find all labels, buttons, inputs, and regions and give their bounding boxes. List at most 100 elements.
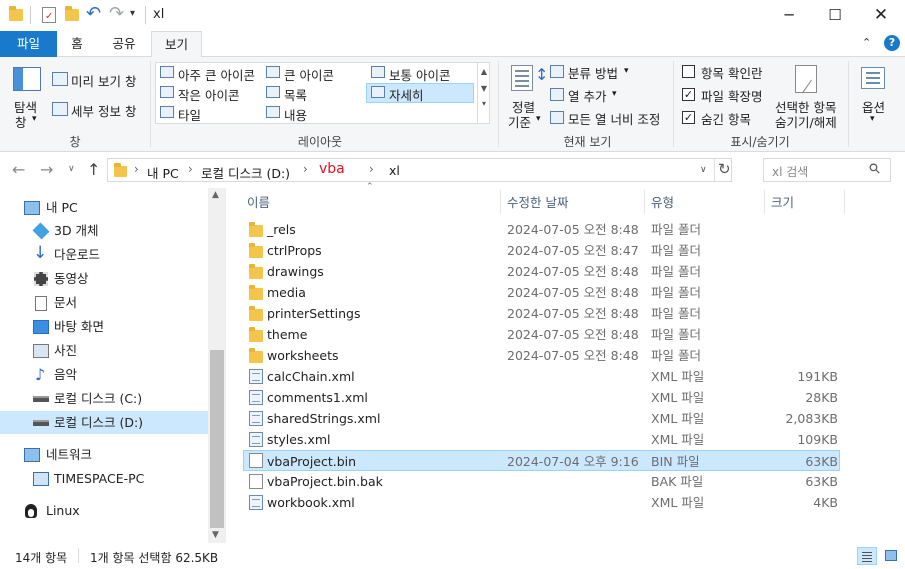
- details-view-icon[interactable]: [857, 547, 877, 565]
- recent-locations-icon[interactable]: ∨: [68, 164, 75, 174]
- chevron-right-icon[interactable]: ›: [303, 162, 308, 176]
- minimize-button[interactable]: ─: [766, 0, 812, 31]
- forward-icon[interactable]: →: [40, 160, 53, 179]
- address-dropdown-icon[interactable]: ∨: [700, 165, 707, 175]
- layout-list[interactable]: 목록: [284, 85, 307, 104]
- search-box[interactable]: xl 검색 ⚲: [763, 158, 891, 182]
- file-extensions-label[interactable]: 파일 확장명: [701, 86, 762, 105]
- file-row[interactable]: styles.xml XML 파일 109KB: [243, 429, 840, 450]
- tab-view[interactable]: 보기: [151, 31, 202, 58]
- nav-scrollbar-thumb[interactable]: [210, 350, 224, 528]
- file-row[interactable]: ctrlProps 2024-07-05 오전 8:47 파일 폴더: [243, 240, 840, 261]
- file-row[interactable]: media 2024-07-05 오전 8:48 파일 폴더: [243, 282, 840, 303]
- layout-details[interactable]: 자세히: [389, 85, 424, 104]
- column-header-date[interactable]: 수정한 날짜: [507, 192, 568, 211]
- nav-item-linux[interactable]: Linux: [0, 499, 208, 522]
- sort-by-label-2[interactable]: 기준: [508, 112, 531, 131]
- address-bar[interactable]: › 내 PC › 로컬 디스크 (D:) › vba › xl ∨ ↻: [107, 158, 732, 182]
- new-folder-icon[interactable]: [65, 6, 79, 21]
- file-row[interactable]: printerSettings 2024-07-05 오전 8:48 파일 폴더: [243, 303, 840, 324]
- layout-tiles[interactable]: 타일: [178, 105, 201, 124]
- preview-pane-button[interactable]: 미리 보기 창: [71, 71, 136, 90]
- layout-scroll[interactable]: ▲ ▼ ▾: [477, 63, 490, 123]
- column-header-type[interactable]: 유형: [651, 192, 674, 211]
- file-row[interactable]: theme 2024-07-05 오전 8:48 파일 폴더: [243, 324, 840, 345]
- chevron-right-icon[interactable]: ›: [369, 162, 374, 176]
- file-row[interactable]: comments1.xml XML 파일 28KB: [243, 387, 840, 408]
- layout-content[interactable]: 내용: [284, 105, 307, 124]
- customize-quick-access-icon[interactable]: ▾: [130, 8, 135, 19]
- redo-icon[interactable]: ↷: [109, 3, 124, 24]
- hidden-items-checkbox[interactable]: ✓: [682, 111, 695, 124]
- hidden-items-label[interactable]: 숨긴 항목: [701, 109, 751, 128]
- hide-selected-label-2[interactable]: 숨기기/해제: [775, 112, 837, 131]
- group-by-button[interactable]: 분류 방법: [568, 63, 618, 82]
- help-icon[interactable]: ?: [884, 35, 900, 51]
- column-divider[interactable]: [644, 190, 645, 214]
- tab-home[interactable]: 홈: [60, 31, 94, 57]
- chevron-down-icon[interactable]: ▾: [612, 89, 617, 99]
- chevron-down-icon[interactable]: ▾: [32, 114, 37, 124]
- file-row[interactable]: worksheets 2024-07-05 오전 8:48 파일 폴더: [243, 345, 840, 366]
- add-columns-button[interactable]: 열 추가: [568, 86, 606, 105]
- file-row-selected[interactable]: vbaProject.bin 2024-07-04 오후 9:16 BIN 파일…: [243, 450, 840, 471]
- layout-small-icons[interactable]: 작은 아이콘: [178, 85, 239, 104]
- file-extensions-checkbox[interactable]: ✓: [682, 88, 695, 101]
- nav-item-timespace-pc[interactable]: TIMESPACE-PC: [0, 467, 208, 490]
- column-divider[interactable]: [844, 190, 845, 214]
- item-checkboxes-checkbox[interactable]: [682, 65, 695, 78]
- hide-selected-icon[interactable]: [795, 65, 817, 94]
- nav-item-desktop[interactable]: 바탕 화면: [0, 315, 208, 338]
- column-divider[interactable]: [764, 190, 765, 214]
- properties-icon[interactable]: ✓: [42, 7, 56, 23]
- nav-item-drive-d[interactable]: 로컬 디스크 (D:): [0, 411, 208, 434]
- navigation-pane-icon[interactable]: [13, 67, 41, 91]
- layout-medium-icons[interactable]: 보통 아이콘: [389, 65, 450, 84]
- search-icon[interactable]: ⚲: [866, 160, 885, 179]
- navigation-pane-label-2[interactable]: 창: [15, 112, 27, 131]
- scroll-down-icon[interactable]: ▼: [212, 530, 219, 540]
- back-icon[interactable]: ←: [12, 160, 25, 179]
- chevron-right-icon[interactable]: ›: [134, 162, 139, 176]
- layout-details-selected[interactable]: 자세히: [366, 83, 474, 103]
- crumb-xl[interactable]: xl: [389, 163, 400, 178]
- nav-item-pictures[interactable]: 사진: [0, 339, 208, 362]
- nav-item-3d-objects[interactable]: 3D 개체: [0, 219, 208, 242]
- up-icon[interactable]: ↑: [87, 160, 100, 179]
- file-row[interactable]: vbaProject.bin.bak BAK 파일 63KB: [243, 471, 840, 492]
- file-row[interactable]: workbook.xml XML 파일 4KB: [243, 492, 840, 513]
- nav-item-videos[interactable]: 동영상: [0, 267, 208, 290]
- column-divider[interactable]: [500, 190, 501, 214]
- undo-icon[interactable]: ↶: [86, 3, 101, 24]
- chevron-down-icon[interactable]: ▾: [624, 66, 629, 76]
- layout-large-icons[interactable]: 큰 아이콘: [284, 65, 334, 84]
- nav-item-music[interactable]: ♪ 음악: [0, 363, 208, 386]
- details-pane-button[interactable]: 세부 정보 창: [71, 101, 136, 120]
- crumb-vba[interactable]: vba: [319, 161, 345, 177]
- options-icon[interactable]: [861, 67, 885, 89]
- refresh-icon[interactable]: ↻: [718, 160, 731, 178]
- chevron-down-icon[interactable]: ▾: [536, 114, 541, 124]
- chevron-right-icon[interactable]: ›: [188, 162, 193, 176]
- crumb-this-pc[interactable]: 내 PC: [147, 163, 179, 182]
- column-header-size[interactable]: 크기: [771, 192, 794, 211]
- large-icons-view-icon[interactable]: [882, 547, 900, 565]
- nav-item-drive-c[interactable]: 로컬 디스크 (C:): [0, 387, 208, 410]
- file-row[interactable]: sharedStrings.xml XML 파일 2,083KB: [243, 408, 840, 429]
- sort-by-icon[interactable]: [511, 65, 533, 91]
- item-checkboxes-label[interactable]: 항목 확인란: [701, 63, 762, 82]
- nav-item-downloads[interactable]: ↓ 다운로드: [0, 243, 208, 266]
- column-header-name[interactable]: 이름: [247, 192, 270, 211]
- file-row[interactable]: calcChain.xml XML 파일 191KB: [243, 366, 840, 387]
- file-row[interactable]: _rels 2024-07-05 오전 8:48 파일 폴더: [243, 219, 840, 240]
- nav-item-this-pc[interactable]: 내 PC: [0, 196, 208, 219]
- file-row[interactable]: drawings 2024-07-05 오전 8:48 파일 폴더: [243, 261, 840, 282]
- tab-file[interactable]: 파일: [0, 31, 57, 57]
- close-button[interactable]: ✕: [858, 0, 904, 31]
- scroll-up-icon[interactable]: ▲: [212, 190, 219, 200]
- fit-columns-button[interactable]: 모든 열 너비 조정: [568, 109, 660, 128]
- chevron-down-icon[interactable]: ▾: [870, 114, 875, 124]
- layout-extra-large-icons[interactable]: 아주 큰 아이콘: [178, 65, 255, 84]
- tab-share[interactable]: 공유: [103, 31, 145, 57]
- search-input[interactable]: xl 검색: [772, 163, 808, 180]
